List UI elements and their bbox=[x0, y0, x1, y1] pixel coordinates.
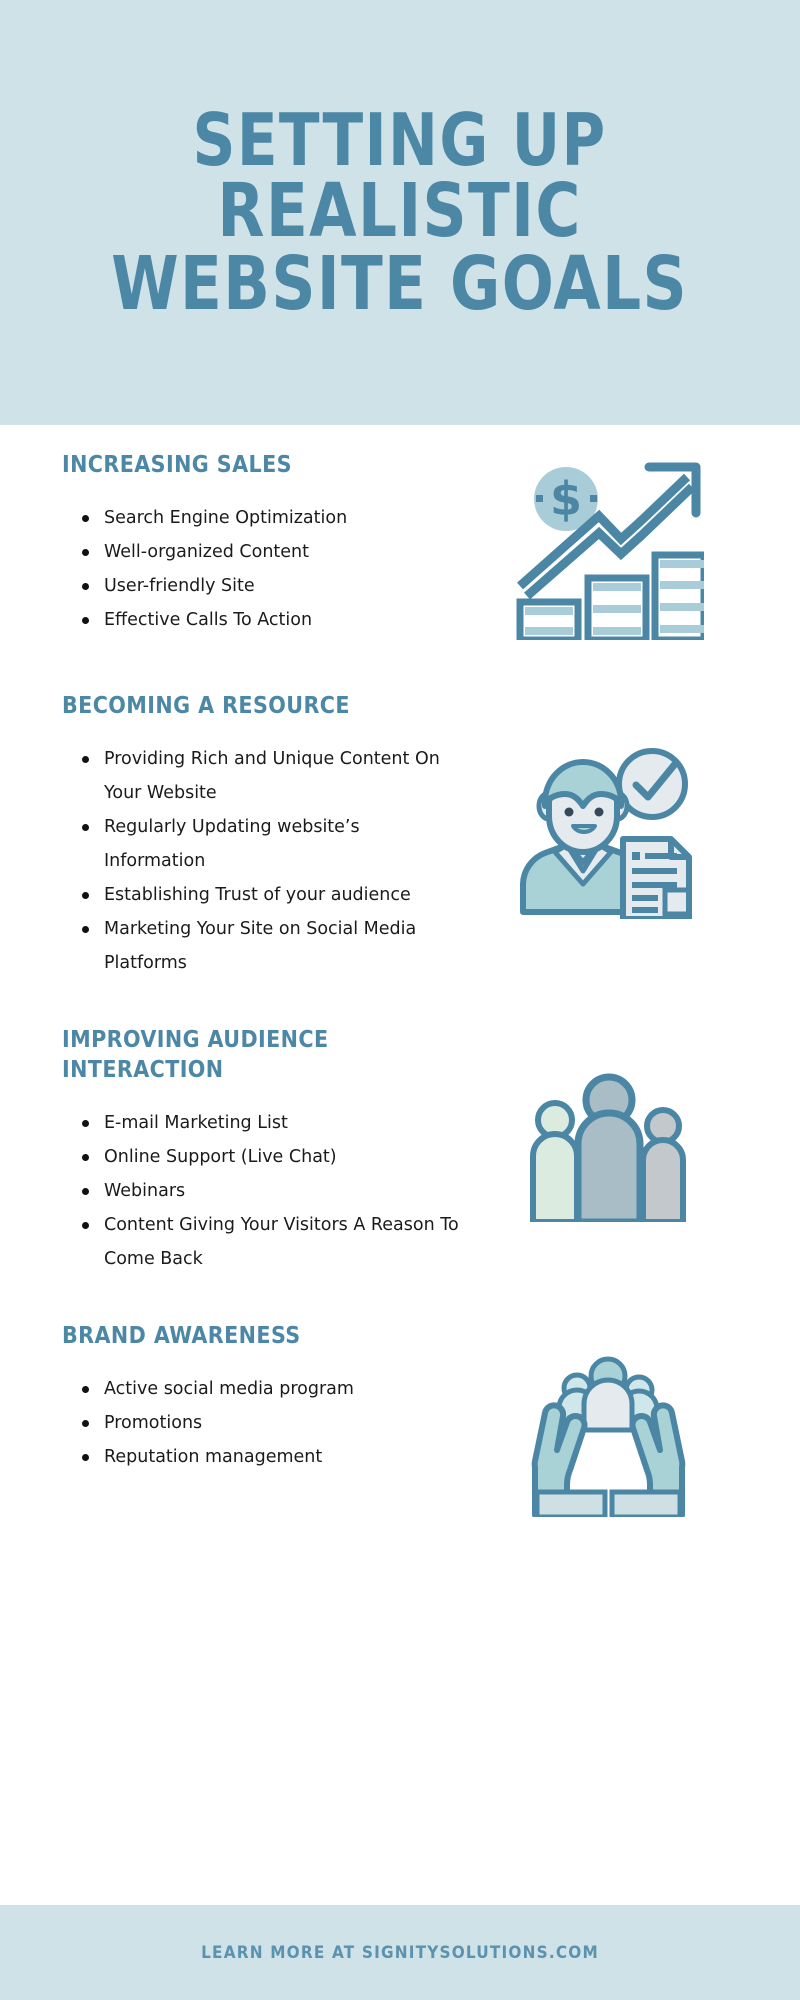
list-item: Regularly Updating website’s Information bbox=[80, 810, 462, 878]
section-heading-increasing-sales: INCREASING SALES bbox=[62, 452, 292, 478]
section-improving-audience-interaction: IMPROVING AUDIENCE INTERACTION E-mail Ma… bbox=[0, 980, 800, 1276]
footer-learn-more-text: LEARN MORE AT SIGNITYSOLUTIONS.COM bbox=[201, 1942, 599, 1963]
page-title-line-3: WEBSITE GOALS bbox=[111, 240, 689, 327]
list-item: Marketing Your Site on Social Media Plat… bbox=[80, 912, 462, 980]
bullet-list-becoming-a-resource: Providing Rich and Unique Content On You… bbox=[62, 742, 462, 980]
bullet-list-improving-audience-interaction: E-mail Marketing List Online Support (Li… bbox=[62, 1106, 462, 1276]
three-people-group-icon bbox=[529, 1073, 686, 1222]
section-illustration bbox=[462, 1322, 755, 1517]
list-item: Active social media program bbox=[80, 1372, 462, 1406]
svg-text:$: $ bbox=[549, 472, 581, 526]
footer-band: LEARN MORE AT SIGNITYSOLUTIONS.COM bbox=[0, 1905, 800, 2000]
section-text-block: INCREASING SALES Search Engine Optimizat… bbox=[62, 451, 462, 637]
page-title-line-1: SETTING UP bbox=[192, 97, 607, 182]
list-item: Online Support (Live Chat) bbox=[80, 1140, 462, 1174]
list-item: Webinars bbox=[80, 1174, 462, 1208]
sales-growth-chart-icon: $ bbox=[516, 462, 704, 640]
list-item: Well-organized Content bbox=[80, 535, 462, 569]
list-item: User-friendly Site bbox=[80, 569, 462, 603]
list-item: Providing Rich and Unique Content On You… bbox=[80, 742, 462, 810]
list-item: Content Giving Your Visitors A Reason To… bbox=[80, 1208, 462, 1276]
section-heading-becoming-a-resource: BECOMING A RESOURCE bbox=[62, 693, 350, 719]
hands-holding-people-icon bbox=[531, 1356, 686, 1517]
list-item: Search Engine Optimization bbox=[80, 501, 462, 535]
list-item: Effective Calls To Action bbox=[80, 603, 462, 637]
page-title-line-2: REALISTIC bbox=[217, 168, 583, 255]
body-area: INCREASING SALES Search Engine Optimizat… bbox=[0, 425, 800, 1905]
section-text-block: BECOMING A RESOURCE Providing Rich and U… bbox=[62, 692, 462, 980]
section-heading-improving-audience-interaction: IMPROVING AUDIENCE INTERACTION bbox=[62, 1026, 329, 1083]
section-heading-brand-awareness: BRAND AWARENESS bbox=[62, 1322, 301, 1349]
section-increasing-sales: INCREASING SALES Search Engine Optimizat… bbox=[0, 425, 800, 640]
section-becoming-a-resource: BECOMING A RESOURCE Providing Rich and U… bbox=[0, 640, 800, 980]
header-band: SETTING UP REALISTIC WEBSITE GOALS bbox=[0, 0, 800, 425]
infographic-page: SETTING UP REALISTIC WEBSITE GOALS INCRE… bbox=[0, 0, 800, 2000]
support-agent-document-icon bbox=[519, 748, 692, 919]
bullet-list-brand-awareness: Active social media program Promotions R… bbox=[62, 1372, 462, 1474]
list-item: Establishing Trust of your audience bbox=[80, 878, 462, 912]
section-illustration: $ bbox=[462, 451, 755, 640]
section-text-block: BRAND AWARENESS Active social media prog… bbox=[62, 1322, 462, 1474]
bullet-list-increasing-sales: Search Engine Optimization Well-organize… bbox=[62, 501, 462, 637]
page-title: SETTING UP REALISTIC WEBSITE GOALS bbox=[111, 97, 689, 327]
list-item: E-mail Marketing List bbox=[80, 1106, 462, 1140]
list-item: Promotions bbox=[80, 1406, 462, 1440]
list-item: Reputation management bbox=[80, 1440, 462, 1474]
section-illustration bbox=[462, 1026, 755, 1222]
section-text-block: IMPROVING AUDIENCE INTERACTION E-mail Ma… bbox=[62, 1026, 462, 1276]
section-brand-awareness: BRAND AWARENESS Active social media prog… bbox=[0, 1276, 800, 1517]
section-illustration bbox=[462, 692, 755, 919]
